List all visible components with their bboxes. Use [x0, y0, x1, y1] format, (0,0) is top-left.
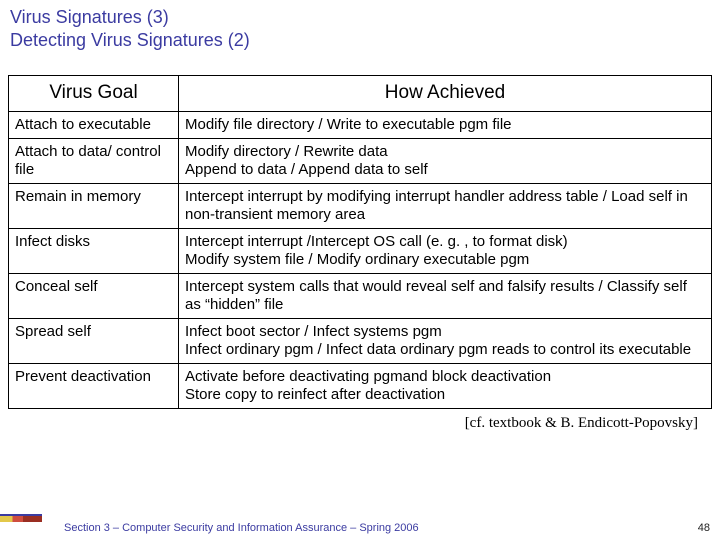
cell-goal: Infect disks [9, 228, 179, 273]
table-row: Infect disks Intercept interrupt /Interc… [9, 228, 712, 273]
cell-goal: Attach to data/ control file [9, 138, 179, 183]
table-body: Attach to executable Modify file directo… [9, 111, 712, 408]
cell-goal: Attach to executable [9, 111, 179, 138]
table-container: Virus Goal How Achieved Attach to execut… [0, 55, 720, 409]
slide-title: Virus Signatures (3) Detecting Virus Sig… [0, 0, 720, 55]
cell-goal: Spread self [9, 318, 179, 363]
cell-goal: Conceal self [9, 273, 179, 318]
table-row: Remain in memory Intercept interrupt by … [9, 183, 712, 228]
cell-how: Intercept system calls that would reveal… [179, 273, 712, 318]
table-row: Spread self Infect boot sector / Infect … [9, 318, 712, 363]
cell-how: Modify directory / Rewrite dataAppend to… [179, 138, 712, 183]
title-line-1: Virus Signatures (3) [10, 6, 710, 29]
footer-accent-bar [0, 514, 42, 522]
table-row: Prevent deactivation Activate before dea… [9, 363, 712, 408]
footer-section-text: Section 3 – Computer Security and Inform… [0, 522, 419, 534]
slide-footer: Section 3 – Computer Security and Inform… [0, 522, 720, 534]
header-how-achieved: How Achieved [179, 76, 712, 112]
table-row: Conceal self Intercept system calls that… [9, 273, 712, 318]
citation-text: [cf. textbook & B. Endicott-Popovsky] [0, 409, 720, 432]
virus-goal-table: Virus Goal How Achieved Attach to execut… [8, 75, 712, 409]
cell-goal: Remain in memory [9, 183, 179, 228]
page-number: 48 [698, 522, 710, 534]
table-row: Attach to data/ control file Modify dire… [9, 138, 712, 183]
cell-how: Infect boot sector / Infect systems pgmI… [179, 318, 712, 363]
cell-how: Intercept interrupt /Intercept OS call (… [179, 228, 712, 273]
table-row: Attach to executable Modify file directo… [9, 111, 712, 138]
table-header-row: Virus Goal How Achieved [9, 76, 712, 112]
title-line-2: Detecting Virus Signatures (2) [10, 29, 710, 52]
cell-how: Activate before deactivating pgmand bloc… [179, 363, 712, 408]
cell-goal: Prevent deactivation [9, 363, 179, 408]
cell-how: Intercept interrupt by modifying interru… [179, 183, 712, 228]
cell-how: Modify file directory / Write to executa… [179, 111, 712, 138]
header-virus-goal: Virus Goal [9, 76, 179, 112]
